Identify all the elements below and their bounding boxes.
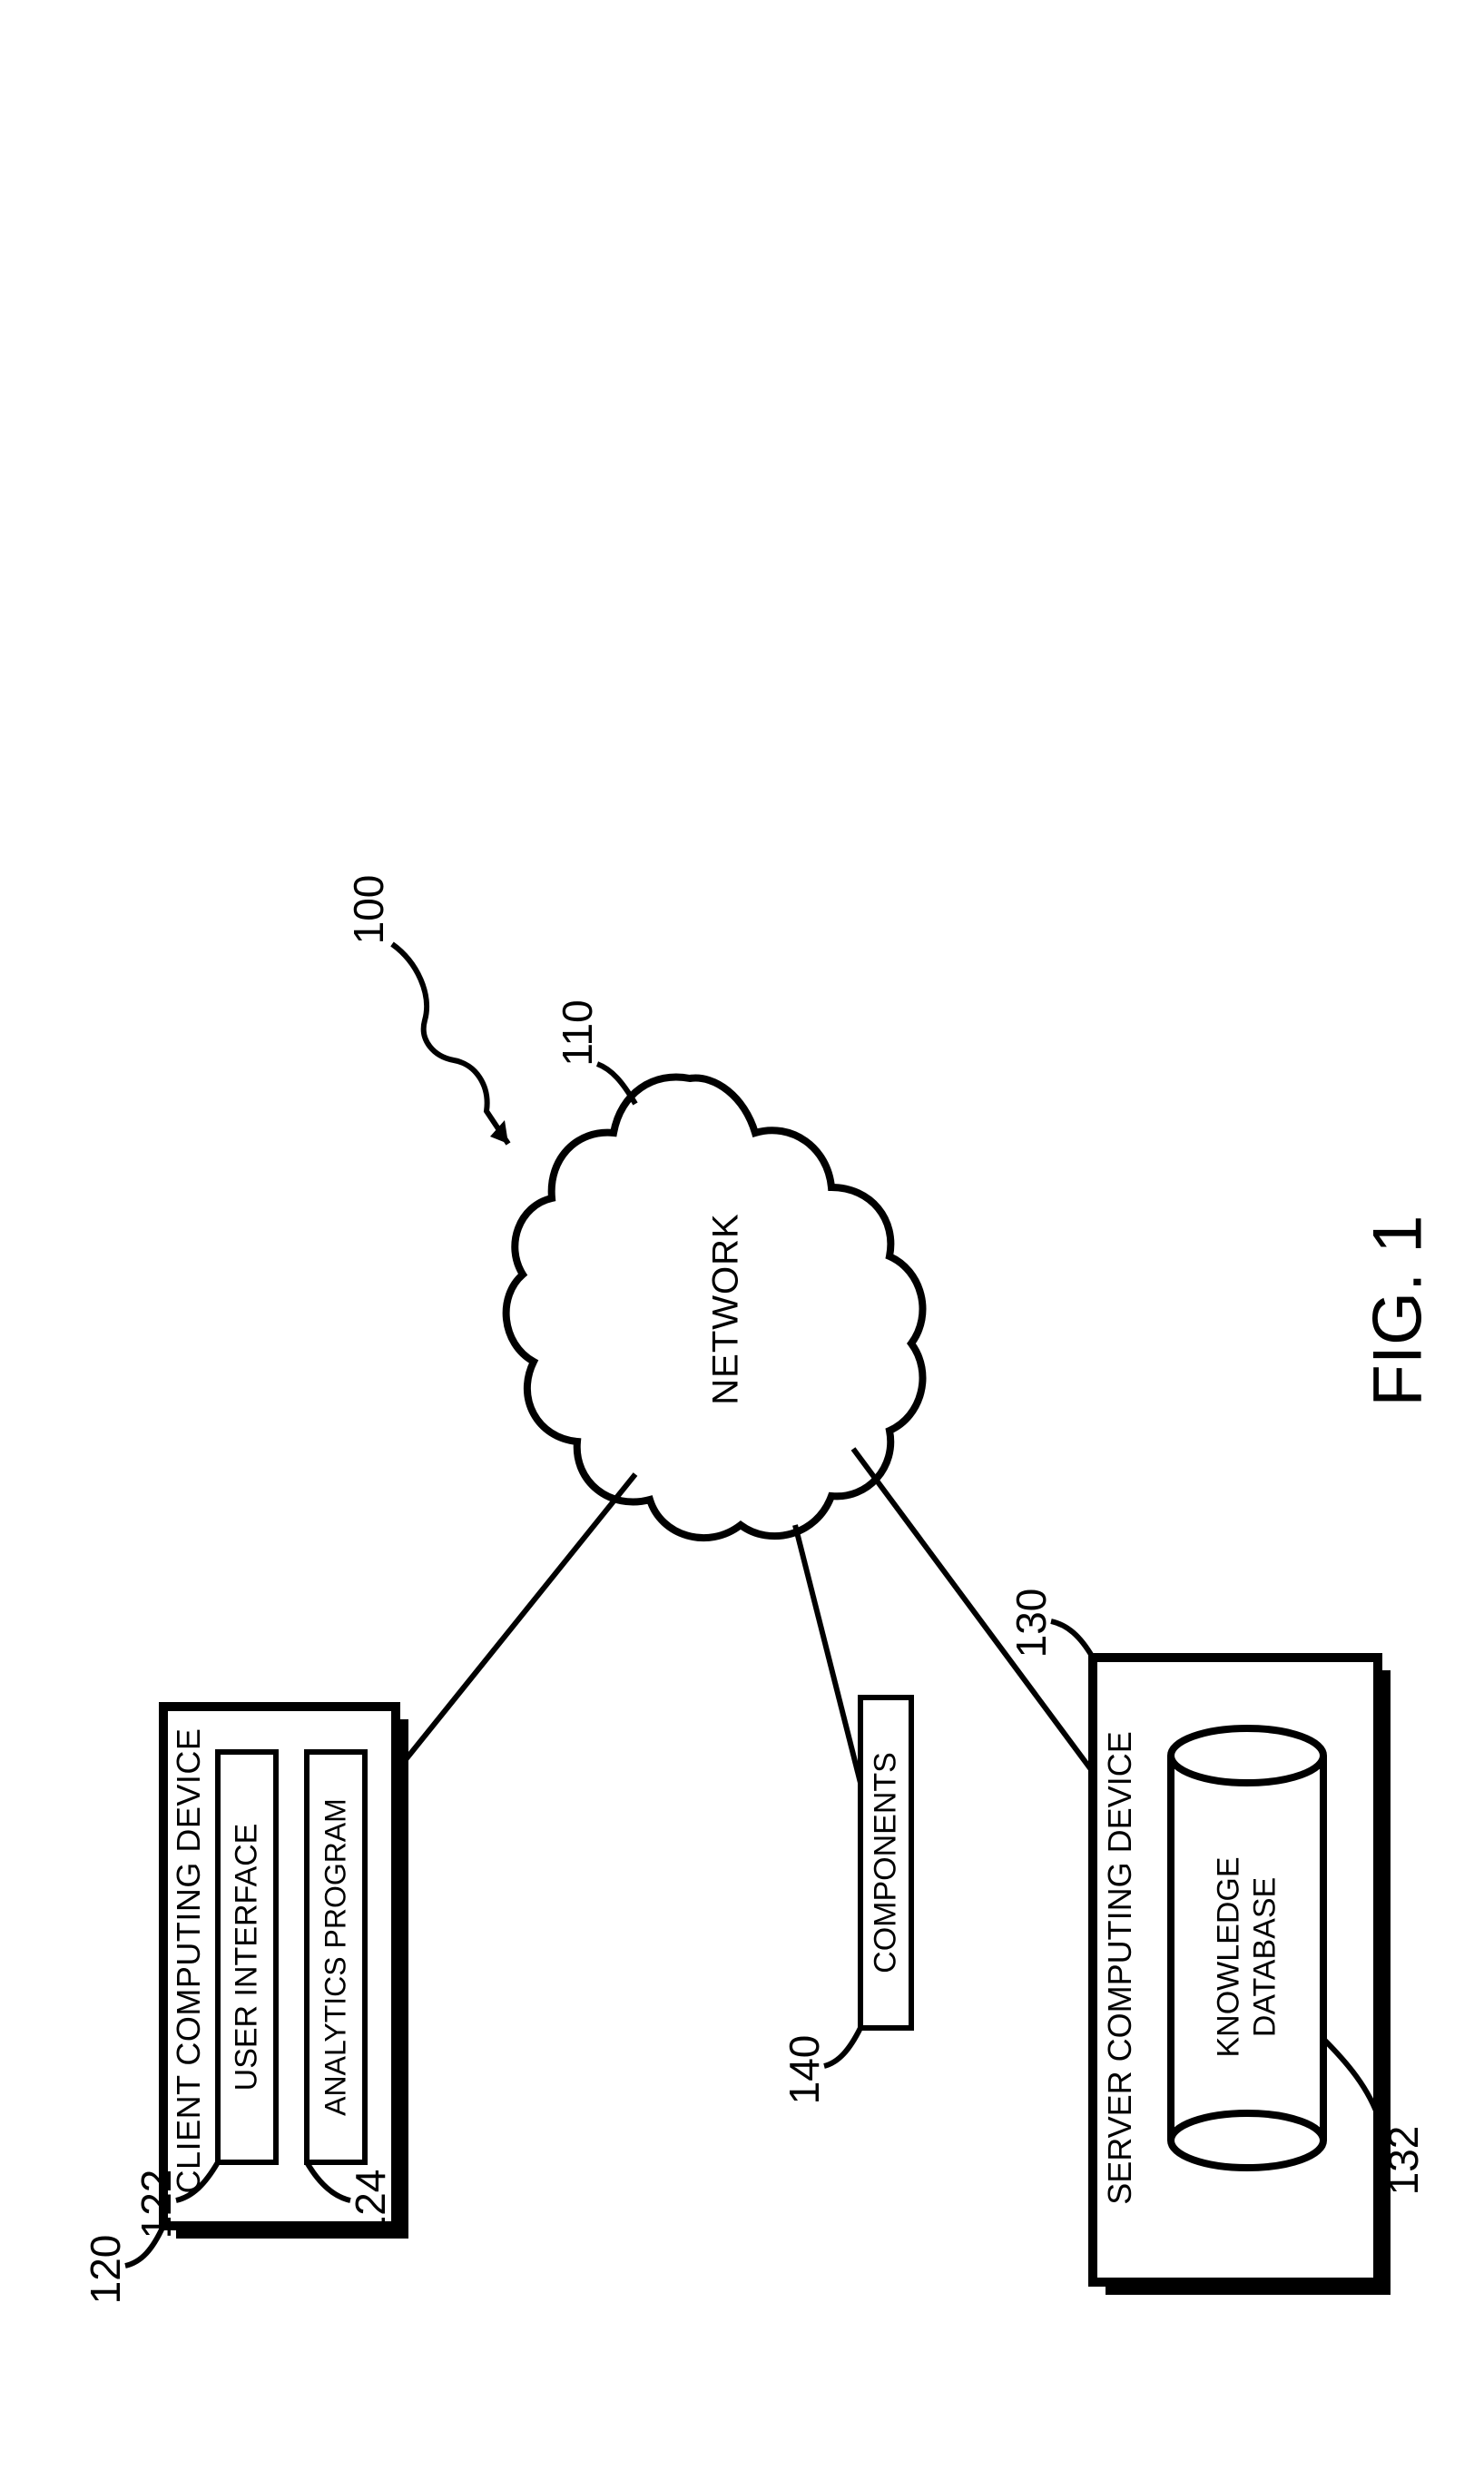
leader-130 xyxy=(1051,1621,1093,1658)
diagram-canvas: FIG. 1 100 NETWORK 110 CLIENT COMPUTING … xyxy=(0,0,1484,2480)
leader-140 xyxy=(824,2028,860,2066)
conn-components-cloud xyxy=(795,1525,860,1783)
leader-110 xyxy=(597,1064,635,1104)
network-label: NETWORK xyxy=(706,1213,747,1404)
ref-122: 122 xyxy=(132,2170,181,2239)
ref-120: 120 xyxy=(81,2235,130,2305)
ref-132: 132 xyxy=(1379,2126,1428,2196)
db-bottom-ellipse xyxy=(1171,2113,1323,2168)
server-title: SERVER COMPUTING DEVICE xyxy=(1101,1731,1139,2204)
ref-130: 130 xyxy=(1007,1589,1056,1658)
db-label-2: DATABASE xyxy=(1248,1877,1283,2037)
ref-100: 100 xyxy=(344,875,393,945)
figure-caption: FIG. 1 xyxy=(1359,1215,1438,1406)
client-title: CLIENT COMPUTING DEVICE xyxy=(170,1728,208,2194)
ref-110: 110 xyxy=(553,999,602,1066)
ref-124: 124 xyxy=(346,2170,395,2239)
ref-140: 140 xyxy=(780,2035,829,2105)
components-label: COMPONENTS xyxy=(869,1752,904,1973)
db-label-1: KNOWLEDGE xyxy=(1212,1856,1247,2057)
client-ui-label: USER INTERFACE xyxy=(230,1824,265,2091)
db-top-ellipse xyxy=(1171,1728,1323,1783)
arrow-100-shaft xyxy=(392,944,508,1144)
client-prog-label: ANALYTICS PROGRAM xyxy=(319,1798,353,2116)
conn-client-cloud xyxy=(396,1474,635,1772)
